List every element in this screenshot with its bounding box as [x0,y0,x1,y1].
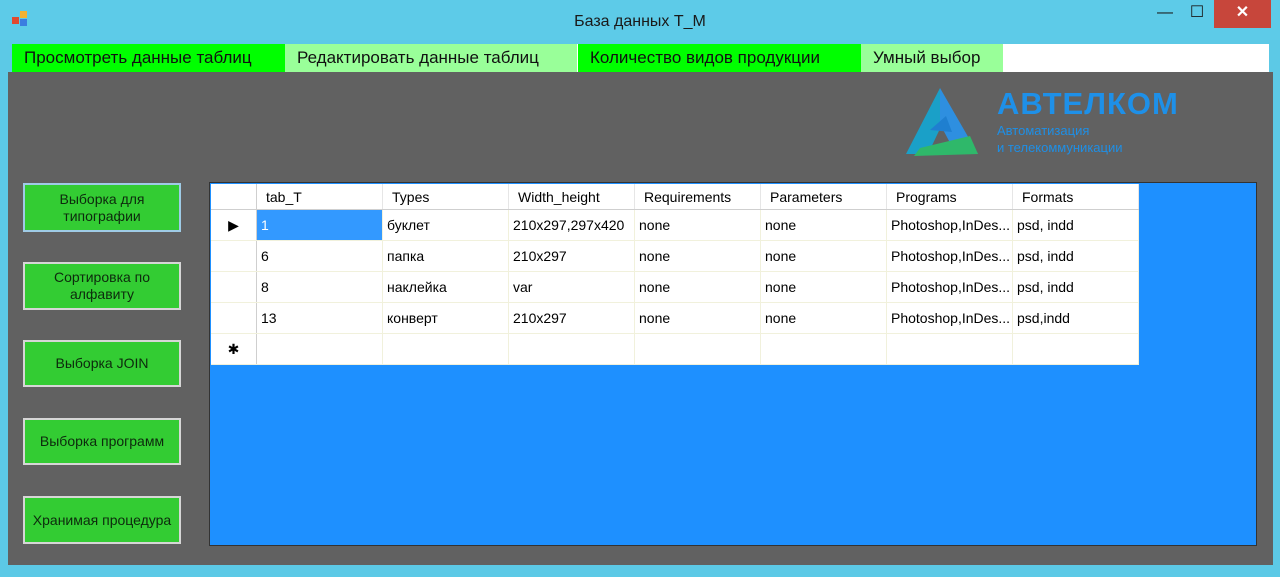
table-cell[interactable]: 8 [256,271,383,303]
column-header[interactable]: tab_T [256,184,383,210]
row-header-corner [211,184,257,210]
column-header[interactable]: Types [382,184,509,210]
table-row[interactable]: ▶ 1 буклет 210x297,297x420 none none Pho… [211,209,1139,241]
table-cell[interactable]: none [634,302,761,334]
table-row[interactable]: 13 конверт 210x297 none none Photoshop,I… [211,302,1139,334]
table-cell[interactable]: наклейка [382,271,509,303]
company-logo: АВТЕЛКОМ Автоматизация и телекоммуникаци… [900,86,1200,158]
table-cell[interactable]: none [760,302,887,334]
typography-select-button[interactable]: Выборка для типографии [23,183,181,232]
table-cell[interactable]: папка [382,240,509,272]
close-button[interactable]: ✕ [1214,0,1271,28]
table-cell[interactable]: none [634,240,761,272]
menu-smart-choice[interactable]: Умный выбор [861,44,1003,72]
table-cell[interactable]: 210x297 [508,240,635,272]
table-cell[interactable]: 210x297 [508,302,635,334]
table-cell[interactable]: var [508,271,635,303]
logo-subtitle-2: и телекоммуникации [997,140,1123,155]
table-cell[interactable]: 6 [256,240,383,272]
join-select-button[interactable]: Выборка JOIN [23,340,181,387]
row-header[interactable] [211,271,257,303]
table-row[interactable]: 6 папка 210x297 none none Photoshop,InDe… [211,240,1139,272]
table-cell[interactable]: none [634,271,761,303]
title-bar[interactable]: База данных T_M — ☐ ✕ [0,0,1280,40]
maximize-button[interactable]: ☐ [1182,0,1212,28]
data-table: tab_T Types Width_height Requirements Pa… [211,184,1139,365]
menu-product-count[interactable]: Количество видов продукции [578,44,861,72]
table-cell[interactable]: 210x297,297x420 [508,209,635,241]
table-cell[interactable]: none [634,209,761,241]
table-cell[interactable]: psd, indd [1012,271,1139,303]
column-header[interactable]: Requirements [634,184,761,210]
row-header[interactable] [211,302,257,334]
table-cell[interactable]: none [760,271,887,303]
menu-view-tables[interactable]: Просмотреть данные таблиц [12,44,285,72]
table-cell[interactable]: 13 [256,302,383,334]
table-cell[interactable] [382,333,509,365]
table-row[interactable]: 8 наклейка var none none Photoshop,InDes… [211,271,1139,303]
stored-procedure-button[interactable]: Хранимая процедура [23,496,181,544]
current-row-indicator[interactable]: ▶ [211,209,257,241]
data-grid[interactable]: tab_T Types Width_height Requirements Pa… [209,182,1257,546]
window-title: База данных T_M [574,13,706,30]
logo-name: АВТЕЛКОМ [997,86,1179,121]
row-header[interactable] [211,240,257,272]
column-header[interactable]: Width_height [508,184,635,210]
table-cell[interactable]: Photoshop,InDes... [886,302,1013,334]
minimize-button[interactable]: — [1148,0,1182,28]
table-cell[interactable]: Photoshop,InDes... [886,209,1013,241]
logo-emblem-icon [906,88,978,156]
table-cell[interactable] [760,333,887,365]
column-header[interactable]: Parameters [760,184,887,210]
column-header[interactable]: Formats [1012,184,1139,210]
menu-bar: Просмотреть данные таблиц Редактировать … [12,44,1269,72]
menu-edit-tables[interactable]: Редактировать данные таблиц [285,44,577,72]
table-cell[interactable]: psd, indd [1012,209,1139,241]
logo-subtitle-1: Автоматизация [997,123,1090,138]
table-cell[interactable]: буклет [382,209,509,241]
table-cell[interactable]: psd, indd [1012,240,1139,272]
table-cell[interactable] [634,333,761,365]
table-cell[interactable]: Photoshop,InDes... [886,271,1013,303]
table-cell[interactable]: 1 [256,209,383,241]
table-cell[interactable] [256,333,383,365]
column-header[interactable]: Programs [886,184,1013,210]
sort-alphabet-button[interactable]: Сортировка по алфавиту [23,262,181,310]
table-cell[interactable]: psd,indd [1012,302,1139,334]
table-cell[interactable]: none [760,240,887,272]
table-cell[interactable] [508,333,635,365]
table-cell[interactable] [886,333,1013,365]
new-row[interactable]: ✱ [211,333,1139,365]
new-row-indicator[interactable]: ✱ [211,333,257,365]
table-cell[interactable]: Photoshop,InDes... [886,240,1013,272]
table-cell[interactable]: конверт [382,302,509,334]
table-cell[interactable]: none [760,209,887,241]
table-cell[interactable] [1012,333,1139,365]
programs-select-button[interactable]: Выборка программ [23,418,181,465]
